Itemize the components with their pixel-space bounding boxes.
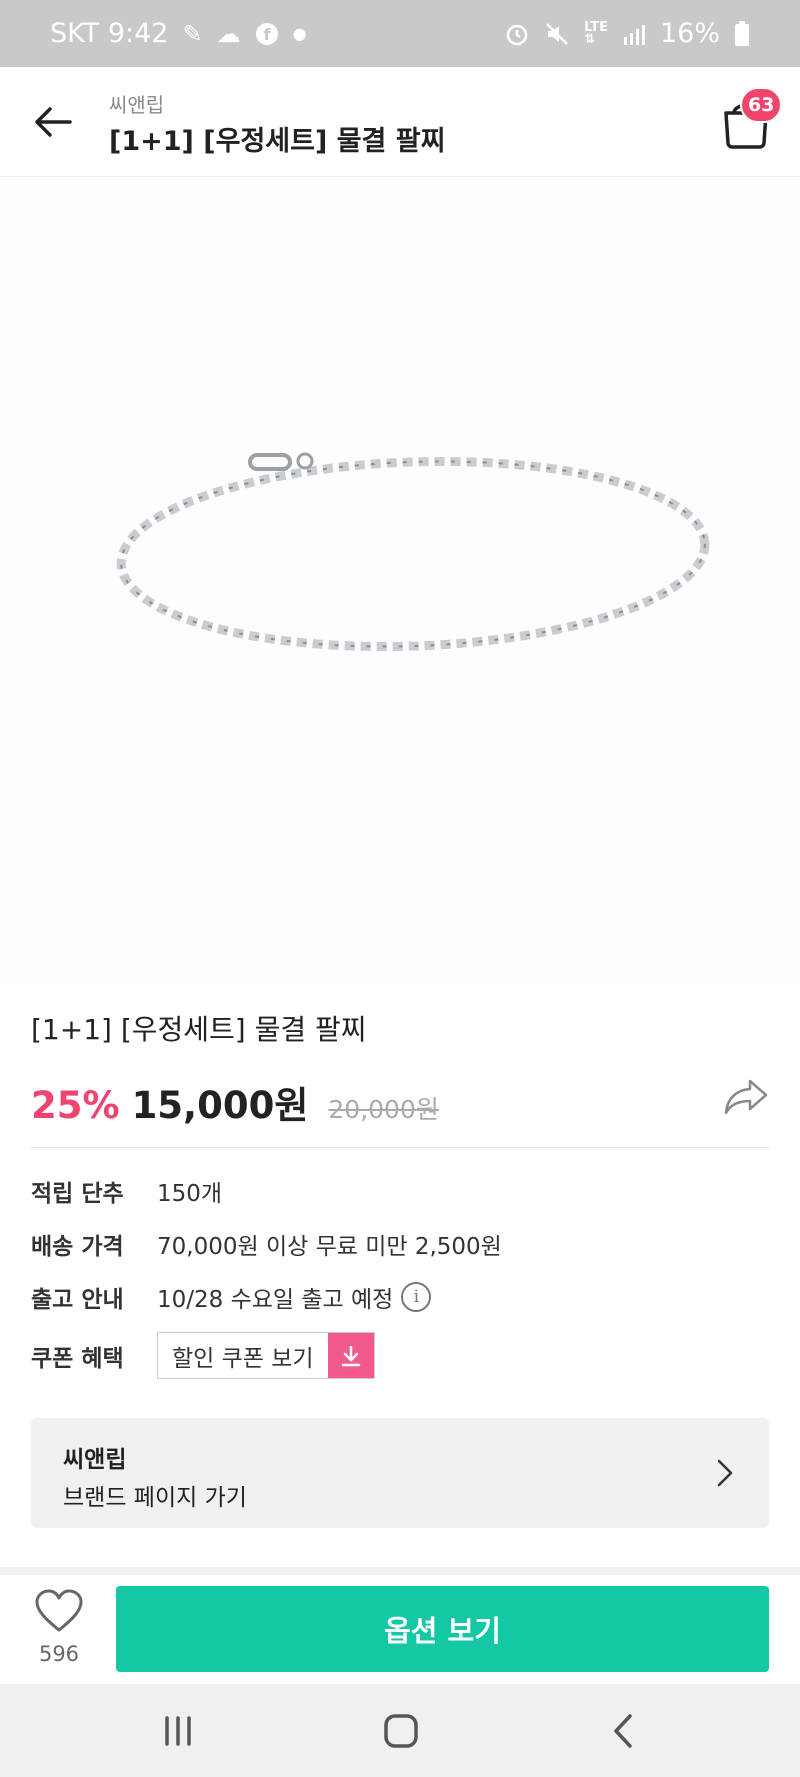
recent-apps-icon[interactable] — [153, 1706, 203, 1756]
alarm-icon — [506, 24, 528, 45]
points-label: 적립 단추 — [31, 1181, 124, 1207]
original-price: 20,000원 — [328, 1095, 439, 1124]
battery-text: 16% — [659, 18, 720, 49]
heart-icon[interactable] — [34, 1588, 84, 1634]
release-label: 출고 안내 — [31, 1287, 124, 1313]
header-title: [1+1] [우정세트] 물결 팔찌 — [109, 126, 446, 157]
release-row: 출고 안내 10/28 수요일 출고 예정 i — [31, 1280, 432, 1314]
section-divider — [0, 1567, 800, 1575]
points-row: 적립 단추 150개 — [31, 1174, 222, 1208]
coupon-label: 쿠폰 혜택 — [31, 1345, 124, 1372]
release-value: 10/28 수요일 출고 예정 — [157, 1287, 394, 1313]
status-bar: SKT 9:42 ✎ ☁ f ● LTE ⇅ 16% — [0, 0, 800, 67]
cloud-icon: ☁ — [216, 19, 241, 48]
product-name: [1+1] [우정세트] 물결 팔찌 — [31, 1013, 367, 1046]
share-icon[interactable] — [722, 1075, 770, 1119]
coupon-button-label: 할인 쿠폰 보기 — [158, 1333, 328, 1378]
bracelet-image — [116, 452, 710, 652]
download-icon — [327, 1333, 374, 1378]
brand-page-link: 브랜드 페이지 가기 — [63, 1485, 247, 1511]
header-brand[interactable]: 씨앤립 — [109, 89, 164, 118]
sale-price: 15,000원 — [131, 1084, 309, 1127]
coupon-row: 쿠폰 혜택 할인 쿠폰 보기 — [31, 1332, 375, 1379]
mute-icon — [546, 22, 568, 45]
app-header: 씨앤립 [1+1] [우정세트] 물결 팔찌 63 — [0, 67, 800, 177]
cart-count-badge: 63 — [740, 87, 783, 123]
view-options-button[interactable]: 옵션 보기 — [116, 1586, 769, 1672]
info-icon[interactable]: i — [401, 1282, 432, 1312]
home-icon[interactable] — [376, 1706, 426, 1756]
signal-icon — [623, 24, 645, 45]
svg-text:f: f — [263, 25, 271, 44]
shipping-label: 배송 가격 — [31, 1234, 124, 1260]
points-value: 150개 — [157, 1181, 223, 1207]
product-page: SKT 9:42 ✎ ☁ f ● LTE ⇅ 16% 씨앤립 [1+1] [우정세… — [0, 0, 800, 1777]
price-row: 25% 15,000원 20,000원 — [31, 1075, 439, 1129]
brand-page-card[interactable]: 씨앤립 브랜드 페이지 가기 — [31, 1418, 769, 1528]
system-nav-bar — [0, 1684, 800, 1777]
back-nav-icon[interactable] — [600, 1706, 650, 1756]
shipping-value: 70,000원 이상 무료 미만 2,500원 — [157, 1234, 502, 1260]
back-arrow-icon[interactable] — [30, 97, 80, 147]
chevron-right-icon — [717, 1459, 733, 1487]
feather-icon: ✎ — [182, 19, 203, 48]
facebook-icon: f — [255, 22, 278, 45]
like-count: 596 — [38, 1642, 80, 1666]
shipping-row: 배송 가격 70,000원 이상 무료 미만 2,500원 — [31, 1227, 502, 1261]
dot-icon: ● — [292, 24, 307, 43]
coupon-button[interactable]: 할인 쿠폰 보기 — [157, 1332, 375, 1379]
battery-icon — [735, 20, 749, 46]
divider — [31, 1147, 769, 1148]
brand-name: 씨앤립 — [63, 1447, 127, 1473]
discount-rate: 25% — [31, 1084, 120, 1127]
carrier-time: SKT 9:42 — [50, 18, 169, 49]
product-image[interactable] — [0, 177, 800, 977]
lte-icon: LTE ⇅ — [584, 19, 608, 47]
